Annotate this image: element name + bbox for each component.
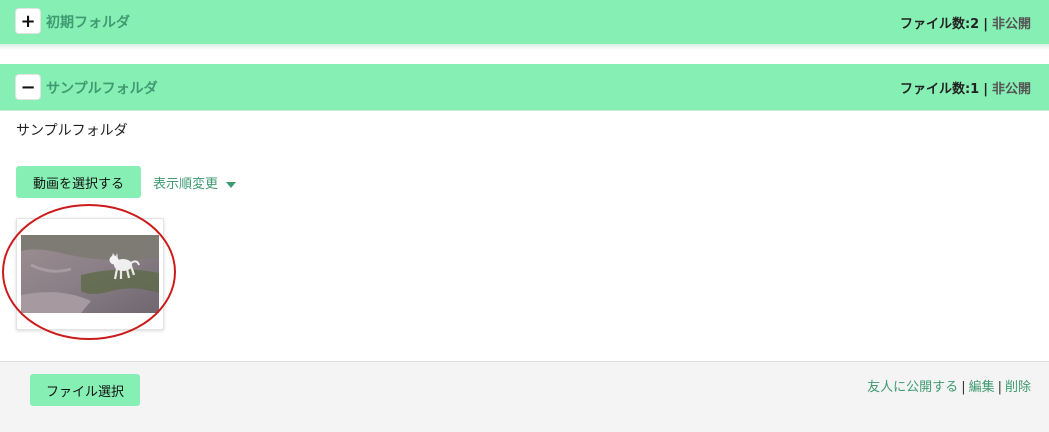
expand-toggle-button[interactable]: + <box>16 9 40 33</box>
collapse-toggle-button[interactable]: − <box>16 75 40 99</box>
select-video-button[interactable]: 動画を選択する <box>16 166 141 198</box>
share-with-friends-link[interactable]: 友人に公開する <box>867 380 958 395</box>
caret-down-icon <box>226 181 237 188</box>
folder-name[interactable]: サンプルフォルダ <box>46 78 158 98</box>
file-count: ファイル数:2 <box>899 17 980 32</box>
highlight-circle-annotation <box>2 204 176 340</box>
visibility-status: 非公開 <box>991 17 1031 32</box>
separator: | <box>997 380 1002 395</box>
folder-actions: 友人に公開する | 編集 | 削除 <box>867 376 1031 395</box>
folder-description: サンプルフォルダ <box>16 123 128 139</box>
folder-meta: ファイル数:2 | 非公開 <box>900 13 1031 32</box>
separator: | <box>961 380 966 395</box>
folder-footer: ファイル選択 友人に公開する | 編集 | 削除 <box>0 361 1049 432</box>
folder-header-sample[interactable]: − サンプルフォルダ ファイル数:1 | 非公開 <box>0 64 1049 111</box>
folder-name[interactable]: 初期フォルダ <box>46 12 130 32</box>
edit-link[interactable]: 編集 <box>969 380 995 395</box>
divider <box>0 44 1049 50</box>
sort-order-label: 表示順変更 <box>153 177 219 192</box>
visibility-status: 非公開 <box>991 82 1031 97</box>
folder-header-initial[interactable]: + 初期フォルダ ファイル数:2 | 非公開 <box>0 0 1049 45</box>
folder-meta: ファイル数:1 | 非公開 <box>900 78 1031 97</box>
delete-link[interactable]: 削除 <box>1005 380 1031 395</box>
file-count: ファイル数:1 <box>899 82 980 97</box>
sort-order-dropdown[interactable]: 表示順変更 <box>153 173 237 192</box>
file-select-button[interactable]: ファイル選択 <box>30 374 140 406</box>
separator: | <box>983 17 988 32</box>
separator: | <box>983 82 988 97</box>
